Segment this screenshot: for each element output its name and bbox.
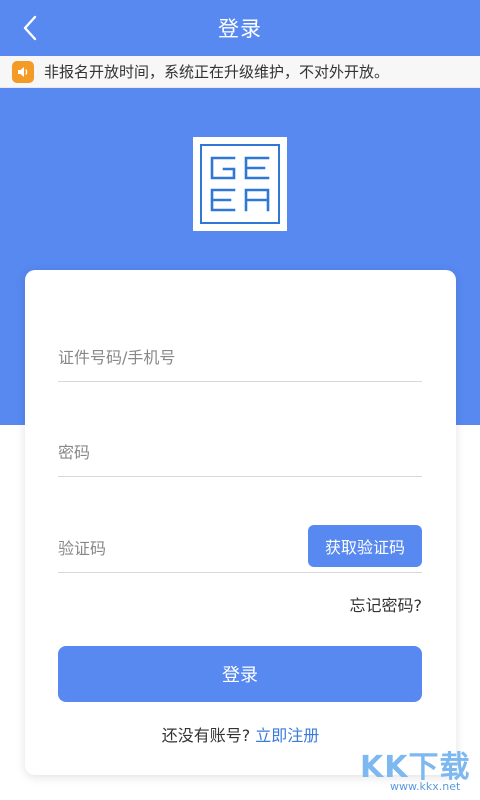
page-title: 登录 — [218, 17, 262, 41]
navigation-bar: 登录 — [0, 0, 480, 56]
watermark: KK下载 www.kkx.net — [360, 742, 476, 796]
notice-text: 非报名开放时间，系统正在升级维护，不对外开放。 — [44, 63, 390, 81]
get-code-button[interactable]: 获取验证码 — [308, 525, 422, 567]
password-input[interactable] — [58, 432, 422, 472]
notice-bar: 非报名开放时间，系统正在升级维护，不对外开放。 — [0, 56, 480, 88]
speaker-icon — [12, 60, 34, 83]
code-input[interactable] — [58, 528, 288, 568]
logo — [193, 137, 287, 231]
id-input[interactable] — [58, 337, 422, 377]
back-button[interactable] — [14, 12, 46, 44]
chevron-left-icon — [23, 15, 37, 41]
login-card: 获取验证码 忘记密码? 登录 还没有账号? 立即注册 — [25, 270, 456, 775]
id-field — [58, 333, 422, 382]
register-link[interactable]: 立即注册 — [255, 726, 319, 745]
forgot-password-link[interactable]: 忘记密码? — [350, 592, 423, 616]
code-field: 获取验证码 — [58, 524, 422, 573]
logo-mark — [210, 156, 270, 212]
no-account-text: 还没有账号? — [161, 726, 251, 745]
password-field — [58, 428, 422, 477]
login-button[interactable]: 登录 — [58, 646, 422, 702]
watermark-url: www.kkx.net — [390, 780, 461, 793]
